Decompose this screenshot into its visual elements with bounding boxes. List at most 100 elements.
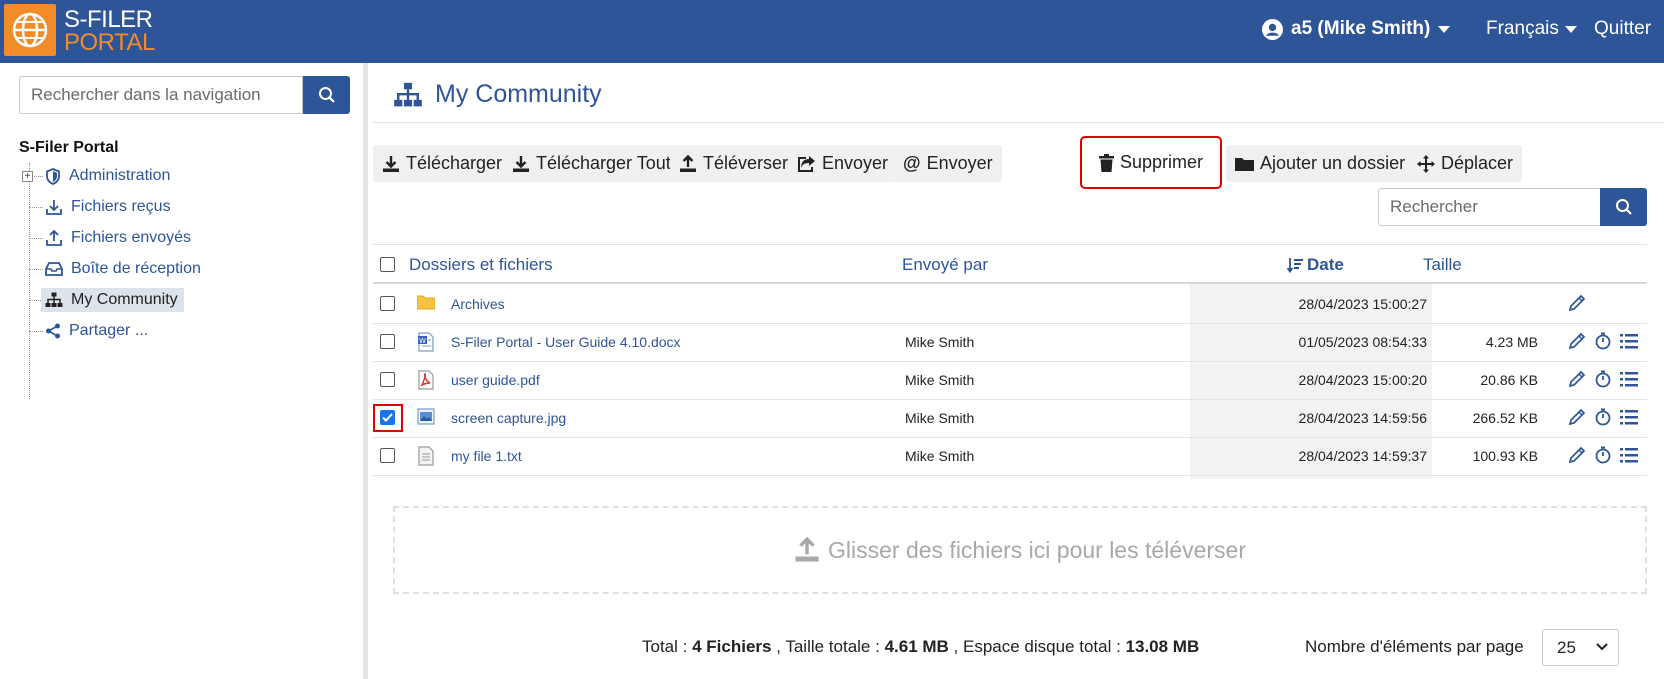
file-name[interactable]: screen capture.jpg [451, 410, 566, 426]
add-folder-button[interactable]: Ajouter un dossier [1226, 145, 1415, 182]
row-actions [1568, 294, 1586, 312]
table-row[interactable]: user guide.pdf Mike Smith 28/04/2023 15:00… [373, 361, 1647, 400]
globe-logo-icon[interactable] [4, 4, 56, 56]
edit-pencil-icon[interactable] [1568, 370, 1586, 388]
tree-root[interactable]: S-Filer Portal [19, 139, 119, 157]
header-sent-by[interactable]: Envoyé par [902, 255, 988, 275]
list-details-icon[interactable] [1620, 446, 1638, 464]
footer-summary: Total : 4 Fichiers , Taille totale : 4.6… [642, 637, 1199, 657]
sidebar-item-share[interactable]: Partager ... [45, 319, 148, 343]
move-button[interactable]: Déplacer [1408, 145, 1523, 182]
user-menu[interactable]: a5 (Mike Smith) [1262, 18, 1451, 40]
upload-button[interactable]: Téléverser [670, 145, 798, 182]
inbox-upload-icon [46, 229, 62, 246]
search-icon [318, 87, 335, 103]
upload-icon [680, 154, 696, 172]
dropzone-text: Glisser des fichiers ici pour les téléve… [828, 536, 1246, 563]
logo-line-1: S-FILER [64, 6, 153, 33]
inbox-download-icon [46, 199, 62, 215]
sent-by: Mike Smith [905, 334, 975, 350]
list-details-icon[interactable] [1620, 408, 1638, 426]
header-date[interactable]: Date [1287, 255, 1344, 275]
shield-icon [46, 167, 60, 185]
file-name[interactable]: S-Filer Portal - User Guide 4.10.docx [451, 334, 681, 350]
sidebar-item-administration[interactable]: Administration [45, 164, 170, 188]
nav-search-button[interactable] [303, 76, 350, 114]
move-label: Déplacer [1441, 153, 1514, 173]
sitemap-icon [45, 292, 63, 307]
row-checkbox[interactable] [380, 334, 395, 349]
tree-line [29, 163, 30, 399]
size: 20.86 KB [1480, 372, 1538, 388]
logo-line-2: PORTAL [64, 29, 155, 56]
stopwatch-icon[interactable] [1594, 332, 1612, 350]
per-page-select[interactable]: 25 [1542, 629, 1619, 666]
user-circle-icon [1262, 18, 1283, 40]
edit-pencil-icon[interactable] [1568, 294, 1586, 312]
sidebar-item-my-community[interactable]: My Community [41, 288, 184, 312]
header-size[interactable]: Taille [1423, 255, 1462, 275]
search-icon [1615, 199, 1632, 215]
arrows-move-icon [1417, 154, 1435, 173]
send-button[interactable]: Envoyer [788, 145, 898, 182]
sidebar-item-sent[interactable]: Fichiers envoyés [45, 226, 191, 250]
row-actions [1568, 370, 1638, 388]
sent-by: Mike Smith [905, 448, 975, 464]
file-name[interactable]: my file 1.txt [451, 448, 522, 464]
download-button[interactable]: Télécharger [373, 145, 512, 182]
delete-button[interactable]: Supprimer [1079, 136, 1223, 189]
table-row[interactable]: my file 1.txt Mike Smith 28/04/2023 14:59:… [373, 437, 1647, 476]
quit-link[interactable]: Quitter [1594, 18, 1651, 40]
chevron-down-icon [1438, 25, 1451, 33]
file-name[interactable]: Archives [451, 296, 505, 312]
stopwatch-icon[interactable] [1594, 370, 1612, 388]
list-details-icon[interactable] [1620, 370, 1638, 388]
edit-pencil-icon[interactable] [1568, 408, 1586, 426]
table-row[interactable]: Archives 28/04/2023 15:00:27 [373, 285, 1647, 324]
row-checkbox[interactable] [380, 448, 395, 463]
file-name[interactable]: user guide.pdf [451, 372, 540, 388]
word-file-icon: W [417, 332, 435, 357]
trash-icon [1099, 153, 1114, 172]
row-checkbox[interactable] [380, 410, 395, 425]
download-icon [383, 155, 399, 172]
language-menu[interactable]: Français [1486, 18, 1577, 40]
sidebar: Rechercher dans la navigation S-Filer Po… [0, 63, 368, 679]
send-email-button[interactable]: @ Envoyer [894, 145, 1002, 182]
table-row[interactable]: W S-Filer Portal - User Guide 4.10.docx Mi… [373, 323, 1647, 362]
table-row[interactable]: screen capture.jpg Mike Smith 28/04/2023 1… [373, 399, 1647, 438]
share-square-icon [798, 156, 815, 172]
nav-search-input[interactable]: Rechercher dans la navigation [19, 76, 303, 114]
row-checkbox[interactable] [380, 296, 395, 311]
upload-dropzone[interactable]: Glisser des fichiers ici pour les téléve… [393, 506, 1647, 594]
date: 28/04/2023 15:00:20 [1298, 372, 1427, 388]
search-input[interactable]: Rechercher [1378, 188, 1601, 226]
download-all-label: Télécharger Tout [536, 153, 671, 173]
expand-icon[interactable]: + [22, 171, 33, 182]
sidebar-item-label: My Community [71, 291, 178, 308]
sidebar-item-inbox[interactable]: Boîte de réception [45, 257, 201, 281]
sort-desc-icon [1287, 258, 1303, 273]
send-email-label: Envoyer [926, 153, 993, 173]
date: 28/04/2023 14:59:56 [1298, 410, 1427, 426]
tree-line [29, 331, 43, 332]
select-all-checkbox[interactable] [380, 257, 395, 272]
sent-by: Mike Smith [905, 372, 975, 388]
logo-text[interactable]: S-FILER PORTAL [64, 6, 155, 56]
list-details-icon[interactable] [1620, 332, 1638, 350]
edit-pencil-icon[interactable] [1568, 332, 1586, 350]
chevron-down-icon [1596, 643, 1608, 651]
stopwatch-icon[interactable] [1594, 446, 1612, 464]
edit-pencil-icon[interactable] [1568, 446, 1586, 464]
search-button[interactable] [1600, 188, 1647, 226]
row-actions [1568, 446, 1638, 464]
row-checkbox[interactable] [380, 372, 395, 387]
stopwatch-icon[interactable] [1594, 408, 1612, 426]
top-bar: S-FILER PORTAL a5 (Mike Smith) Français … [0, 0, 1664, 63]
svg-text:W: W [419, 337, 426, 345]
image-file-icon [417, 408, 435, 431]
sidebar-item-received[interactable]: Fichiers reçus [45, 195, 171, 219]
download-all-button[interactable]: Télécharger Tout [503, 145, 680, 182]
sidebar-item-label: Administration [69, 167, 171, 184]
header-name[interactable]: Dossiers et fichiers [409, 255, 553, 275]
